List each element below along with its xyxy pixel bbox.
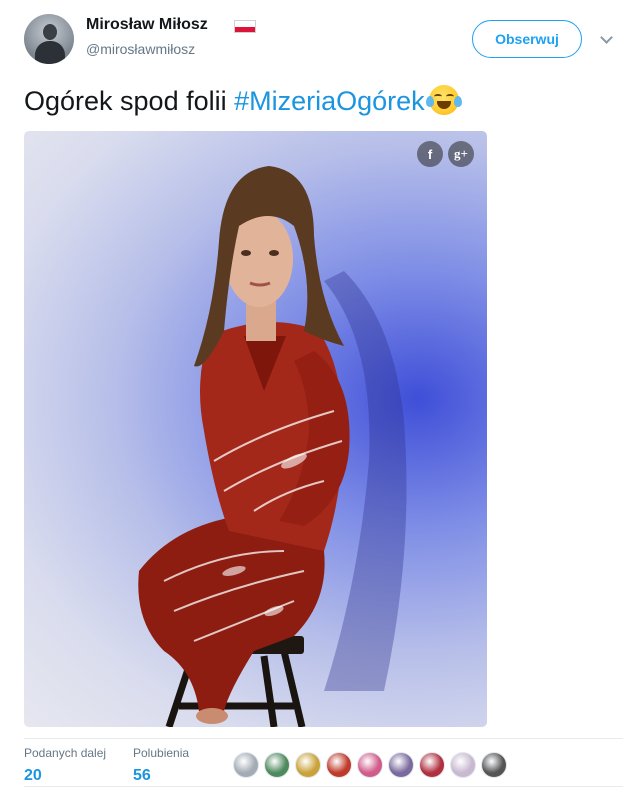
tweet-text: Ogórek spod folii #MizeriaOgórek — [24, 84, 462, 118]
avatar-head-shape — [43, 24, 57, 40]
chevron-down-icon[interactable] — [600, 31, 613, 44]
liker-avatar[interactable] — [326, 752, 352, 778]
avatar-body-shape — [35, 41, 65, 64]
retweets-label: Podanych dalej — [24, 746, 107, 760]
follow-button[interactable]: Obserwuj — [472, 20, 582, 58]
liker-avatar[interactable] — [419, 752, 445, 778]
poland-flag-icon — [234, 20, 256, 33]
author-avatar[interactable] — [24, 14, 74, 64]
liker-avatar[interactable] — [233, 752, 259, 778]
liker-avatar[interactable] — [450, 752, 476, 778]
liker-avatar[interactable] — [388, 752, 414, 778]
retweets-count: 20 — [24, 767, 42, 784]
liker-avatar[interactable] — [357, 752, 383, 778]
hashtag-link[interactable]: #MizeriaOgórek — [234, 86, 425, 116]
likes-count: 56 — [133, 767, 151, 784]
liker-avatar[interactable] — [264, 752, 290, 778]
likes-label: Polubienia — [133, 746, 190, 760]
tweet-photo[interactable]: f g+ — [24, 131, 487, 727]
google-plus-share-icon[interactable]: g+ — [448, 141, 474, 167]
divider — [24, 786, 623, 787]
facebook-share-icon[interactable]: f — [417, 141, 443, 167]
liker-avatar[interactable] — [295, 752, 321, 778]
retweets-stat[interactable]: Podanych dalej 20 — [24, 746, 106, 785]
divider — [24, 738, 623, 739]
face-with-tears-of-joy-icon — [425, 85, 462, 115]
author-name[interactable]: Mirosław Miłosz — [86, 16, 208, 34]
tweet-body: Ogórek spod folii — [24, 86, 235, 116]
likes-stat[interactable]: Polubienia 56 — [133, 746, 189, 785]
liker-avatar[interactable] — [481, 752, 507, 778]
author-handle[interactable]: @mirosławmiłosz — [86, 41, 195, 57]
likers-list — [233, 752, 512, 778]
